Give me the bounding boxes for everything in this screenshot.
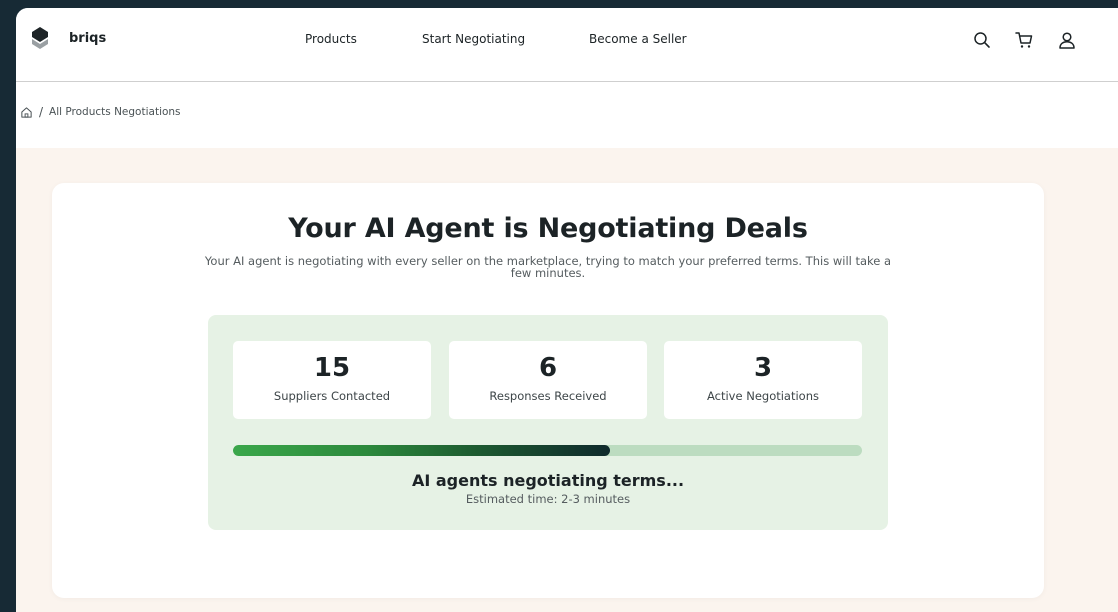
- breadcrumb-current: All Products Negotiations: [49, 106, 181, 118]
- progress-bar-fill: [233, 445, 611, 456]
- stat-value: 3: [753, 353, 773, 383]
- nav-products[interactable]: Products: [305, 32, 357, 46]
- progress-bar: [233, 445, 862, 456]
- user-icon[interactable]: [1057, 30, 1077, 50]
- nav-start-negotiating[interactable]: Start Negotiating: [422, 32, 525, 46]
- negotiation-card: Your AI Agent is Negotiating Deals Your …: [52, 183, 1044, 598]
- stat-value: 15: [313, 353, 351, 383]
- site-header: briqs Products Start Negotiating Become …: [16, 8, 1118, 82]
- breadcrumb-separator: /: [39, 105, 44, 119]
- stat-responses-received: 6 Responses Received: [449, 341, 647, 419]
- stat-suppliers-contacted: 15 Suppliers Contacted: [233, 341, 431, 419]
- browser-window: briqs Products Start Negotiating Become …: [16, 8, 1118, 612]
- page-title: Your AI Agent is Negotiating Deals: [288, 213, 808, 244]
- main-content: Your AI Agent is Negotiating Deals Your …: [16, 148, 1118, 612]
- brand-name[interactable]: briqs: [69, 31, 106, 46]
- cart-icon[interactable]: [1014, 30, 1034, 50]
- stat-active-negotiations: 3 Active Negotiations: [664, 341, 862, 419]
- stat-value: 6: [538, 353, 558, 383]
- status-subtitle: Estimated time: 2-3 minutes: [465, 492, 631, 506]
- progress-panel: 15 Suppliers Contacted 6 Responses Recei…: [208, 315, 888, 530]
- briqs-logo-icon[interactable]: [28, 26, 50, 52]
- breadcrumb: / All Products Negotiations: [20, 104, 181, 120]
- stat-label: Responses Received: [489, 389, 607, 403]
- search-icon[interactable]: [972, 30, 992, 50]
- stat-label: Suppliers Contacted: [273, 389, 391, 403]
- nav-become-a-seller[interactable]: Become a Seller: [589, 32, 687, 46]
- page-subtitle: Your AI agent is negotiating with every …: [204, 254, 892, 280]
- status-title: AI agents negotiating terms...: [411, 471, 685, 490]
- home-icon[interactable]: [20, 106, 33, 119]
- stat-label: Active Negotiations: [706, 389, 819, 403]
